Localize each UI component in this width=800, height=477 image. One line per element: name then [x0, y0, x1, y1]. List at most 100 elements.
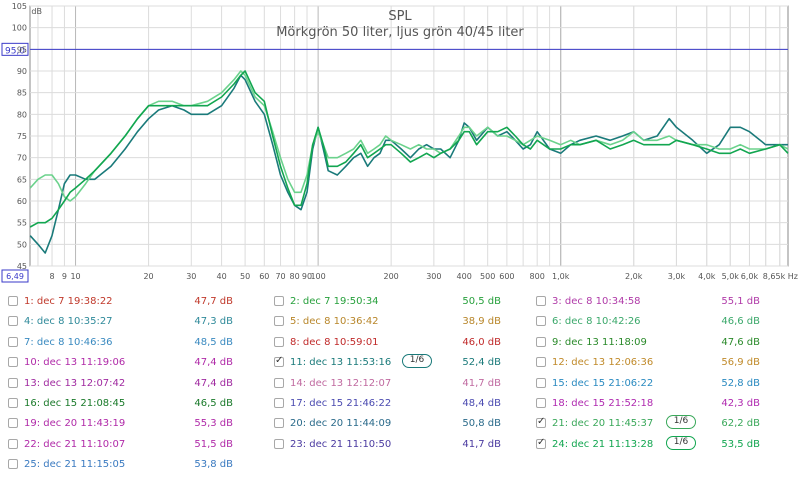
y-tick-label: 75 [17, 132, 27, 141]
x-tick-label: 9 [62, 272, 67, 281]
measurement-checkbox[interactable]: ✓ [536, 416, 546, 429]
measurement-item[interactable]: 2: dec 7 19:50:34 50,5 dB [274, 293, 524, 313]
x-tick-label: 2,0k [625, 272, 643, 281]
measurement-level: 62,2 dB [721, 418, 760, 430]
x-tick-label: 8 [49, 272, 54, 281]
measurement-level: 50,5 dB [462, 296, 501, 307]
measurement-checkbox[interactable] [8, 357, 18, 368]
measurement-checkbox[interactable] [8, 459, 18, 470]
smoothing-badge[interactable]: 1/6 [402, 354, 432, 369]
measurement-item[interactable]: 18: dec 15 21:52:18 42,3 dB [536, 395, 786, 415]
measurement-checkbox[interactable] [274, 336, 284, 347]
x-tick-label: 5,0k [722, 272, 740, 281]
measurement-label: 14: dec 13 12:12:07 [290, 377, 392, 389]
measurement-label: 18: dec 15 21:52:18 [552, 398, 654, 409]
measurement-checkbox[interactable] [274, 377, 284, 388]
measurement-checkbox[interactable] [536, 377, 546, 388]
measurement-checkbox[interactable] [8, 336, 18, 347]
y-tick-label: 60 [17, 197, 27, 206]
measurement-checkbox[interactable] [274, 418, 284, 429]
measurement-checkbox[interactable] [274, 398, 284, 408]
measurement-label: 9: dec 13 11:18:09 [552, 336, 647, 348]
x-tick-label: 20 [143, 272, 153, 281]
measurement-label: 15: dec 15 21:06:22 [552, 377, 654, 389]
x-tick-label: 800 [530, 272, 545, 281]
measurement-level: 52,8 dB [721, 377, 760, 389]
measurement-checkbox[interactable] [8, 398, 18, 408]
measurement-item[interactable]: ✓ 24: dec 21 11:13:28 1/6 53,5 dB [536, 435, 786, 456]
x-range-start-label: 6,49 [6, 272, 24, 281]
measurement-item[interactable]: 1: dec 7 19:38:22 47,7 dB [8, 293, 258, 313]
measurement-checkbox[interactable] [536, 336, 546, 347]
measurement-item[interactable]: 14: dec 13 12:12:07 41,7 dB [274, 375, 524, 395]
measurement-checkbox[interactable] [536, 357, 546, 368]
chart-title: SPL [388, 9, 412, 24]
measurement-checkbox[interactable] [274, 296, 284, 306]
x-tick-label: 400 [457, 272, 472, 281]
measurement-checkbox[interactable] [274, 316, 284, 327]
measurement-level: 46,0 dB [462, 336, 501, 348]
measurement-label: 12: dec 13 12:06:36 [552, 357, 654, 369]
measurement-label: 8: dec 8 10:59:01 [290, 336, 379, 348]
measurement-level: 48,5 dB [194, 336, 233, 348]
measurement-item[interactable]: ✓ 11: dec 13 11:53:16 1/6 52,4 dB [274, 354, 524, 374]
measurement-level: 41,7 dB [462, 377, 501, 389]
measurement-item[interactable]: 13: dec 13 12:07:42 47,4 dB [8, 375, 258, 395]
measurement-item[interactable]: 8: dec 8 10:59:01 46,0 dB [274, 334, 524, 354]
measurement-checkbox[interactable] [8, 438, 18, 449]
measurement-label: 19: dec 20 11:43:19 [24, 418, 126, 430]
y-tick-label: 90 [17, 67, 27, 76]
measurement-checkbox[interactable] [536, 296, 546, 306]
measurement-item[interactable]: 23: dec 21 11:10:50 41,7 dB [274, 436, 524, 456]
measurement-item[interactable]: 4: dec 8 10:35:27 47,3 dB [8, 313, 258, 333]
smoothing-badge[interactable]: 1/6 [666, 435, 696, 450]
measurement-checkbox[interactable] [8, 316, 18, 327]
measurement-checkbox[interactable] [8, 296, 18, 306]
x-tick-label: 4,0k [698, 272, 716, 281]
measurement-level: 47,7 dB [194, 296, 233, 307]
measurement-item[interactable]: 9: dec 13 11:18:09 47,6 dB [536, 334, 786, 354]
checkmark-icon: ✓ [275, 355, 284, 367]
measurement-checkbox[interactable] [8, 418, 18, 429]
measurement-item[interactable]: 7: dec 8 10:46:36 48,5 dB [8, 334, 258, 354]
measurement-item[interactable]: 16: dec 15 21:08:45 46,5 dB [8, 395, 258, 415]
measurement-label: 3: dec 8 10:34:58 [552, 296, 641, 307]
measurement-item[interactable]: 3: dec 8 10:34:58 55,1 dB [536, 293, 786, 313]
x-tick-label: 500 [480, 272, 495, 281]
measurement-item[interactable]: 15: dec 15 21:06:22 52,8 dB [536, 375, 786, 395]
measurement-label: 25: dec 21 11:15:05 [24, 459, 126, 471]
x-tick-label: 3,0k [668, 272, 686, 281]
measurement-item[interactable]: 22: dec 21 11:10:07 51,5 dB [8, 436, 258, 456]
measurement-level: 56,9 dB [721, 357, 760, 369]
x-tick-label: 300 [426, 272, 441, 281]
measurement-level: 53,5 dB [721, 438, 760, 450]
measurement-level: 47,6 dB [721, 336, 760, 348]
measurement-item[interactable]: 5: dec 8 10:36:42 38,9 dB [274, 313, 524, 333]
y-tick-label: 85 [17, 89, 27, 98]
measurement-label: 22: dec 21 11:10:07 [24, 438, 126, 450]
measurement-row: 7: dec 8 10:46:36 48,5 dB 8: dec 8 10:59:0… [0, 334, 800, 354]
measurement-item[interactable]: ✓ 21: dec 20 11:45:37 1/6 62,2 dB [536, 415, 786, 435]
measurement-item[interactable]: 19: dec 20 11:43:19 55,3 dB [8, 415, 258, 435]
measurement-level: 46,6 dB [721, 316, 760, 328]
measurement-label: 2: dec 7 19:50:34 [290, 296, 379, 307]
spl-chart[interactable]: 95,04550556065707580859095100105dB8 9 10 20… [0, 0, 800, 290]
measurement-item[interactable]: 25: dec 21 11:15:05 53,8 dB [8, 456, 258, 476]
measurement-item[interactable]: 6: dec 8 10:42:26 46,6 dB [536, 313, 786, 333]
measurement-label: 24: dec 21 11:13:28 [552, 438, 654, 450]
measurement-level: 42,3 dB [721, 398, 760, 409]
x-tick-label: 100 [310, 272, 325, 281]
measurement-checkbox[interactable]: ✓ [274, 355, 284, 368]
smoothing-badge[interactable]: 1/6 [666, 415, 696, 430]
measurement-item[interactable]: 12: dec 13 12:06:36 56,9 dB [536, 354, 786, 374]
measurement-label: 17: dec 15 21:46:22 [290, 398, 392, 409]
measurement-checkbox[interactable] [536, 398, 546, 408]
measurement-checkbox[interactable]: ✓ [536, 437, 546, 449]
measurement-checkbox[interactable] [274, 438, 284, 449]
measurement-checkbox[interactable] [536, 316, 546, 327]
measurement-checkbox[interactable] [8, 377, 18, 388]
measurement-item[interactable]: 17: dec 15 21:46:22 48,4 dB [274, 395, 524, 415]
measurement-item[interactable]: 20: dec 20 11:44:09 50,8 dB [274, 415, 524, 435]
measurement-label: 4: dec 8 10:35:27 [24, 316, 113, 328]
measurement-item[interactable]: 10: dec 13 11:19:06 47,4 dB [8, 354, 258, 374]
